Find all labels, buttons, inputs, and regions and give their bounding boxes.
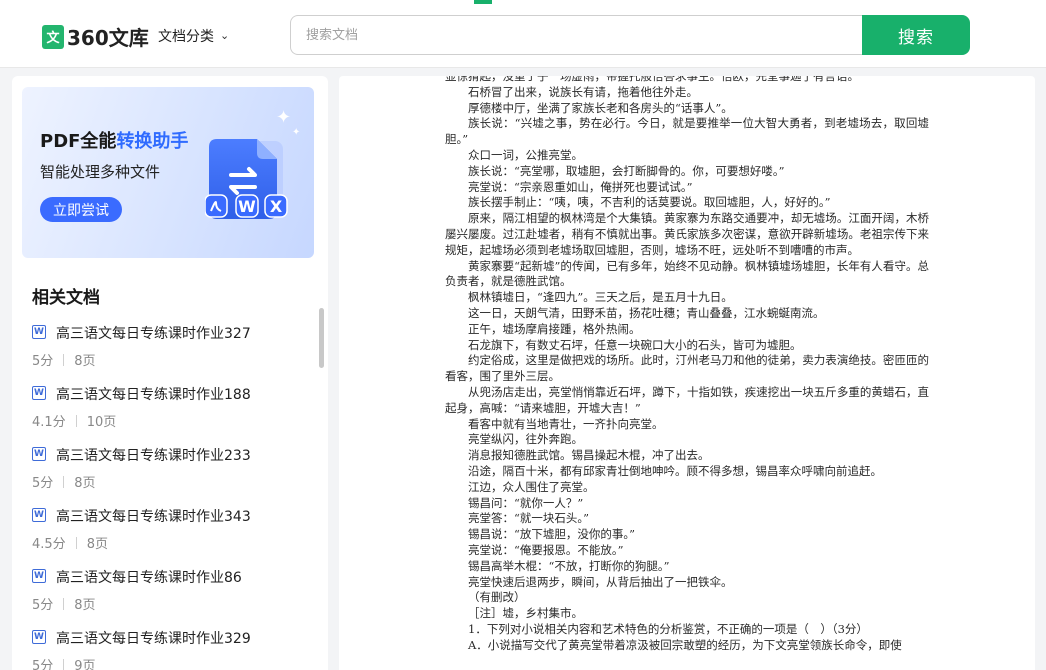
category-dropdown[interactable]: 文档分类 ⌄ xyxy=(158,26,229,46)
word-file-icon: W xyxy=(32,569,46,583)
related-doc-item[interactable]: W 高三语文每日专练课时作业327 5分 8页 xyxy=(32,320,302,381)
related-doc-item[interactable]: W 高三语文每日专练课时作业329 5分 9页 xyxy=(32,625,302,670)
related-doc-item[interactable]: W 高三语文每日专练课时作业343 4.5分 8页 xyxy=(32,503,302,564)
related-doc-name: 高三语文每日专练课时作业233 xyxy=(56,448,251,464)
related-docs-title: 相关文档 xyxy=(32,288,100,308)
doc-paragraph: 江边，众人围住了亮堂。 xyxy=(468,479,595,494)
related-doc-name: 高三语文每日专练课时作业188 xyxy=(56,387,251,403)
doc-paragraph: 枫林镇墟日，“逢四九”。三天之后，是五月十九日。 xyxy=(468,290,733,305)
doc-paragraph: 约定俗成，这里是做把戏的场所。此时，汀州老马刀和他的徒弟，卖力表演绝技。密匝匝的… xyxy=(445,353,929,384)
search-input[interactable] xyxy=(291,16,864,54)
related-doc-name: 高三语文每日专练课时作业329 xyxy=(56,631,251,647)
doc-paragraph: 亮堂说：“宗亲恩重如山，俺拼死也要试试。” xyxy=(468,179,693,194)
doc-paragraph: 石桥冒了出来，说族长有请，拖着他往外走。 xyxy=(468,84,698,99)
doc-paragraph: 锡昌问：“就你一人？” xyxy=(468,495,584,510)
related-doc-item[interactable]: W 高三语文每日专练课时作业188 4.1分 10页 xyxy=(32,381,302,442)
related-doc-meta: 4.1分 10页 xyxy=(32,414,117,430)
sidebar: ✦ ✦ PDF全能转换助手 智能处理多种文件 立即尝试 W X 相关文档 W 高… xyxy=(12,76,328,670)
related-doc-item[interactable]: W 高三语文每日专练课时作业233 5分 8页 xyxy=(32,442,302,503)
word-file-icon: W xyxy=(32,447,46,461)
word-file-icon: W xyxy=(32,508,46,522)
top-bar: 文 360文库 文档分类 ⌄ 搜索 xyxy=(0,0,1046,68)
related-doc-meta: 5分 8页 xyxy=(32,597,96,613)
search-box xyxy=(290,15,864,55)
banner-title: PDF全能转换助手 xyxy=(40,131,189,152)
doc-paragraph: 看客中就有当地青壮，一齐扑向亮堂。 xyxy=(468,416,664,431)
related-doc-meta: 4.5分 8页 xyxy=(32,536,108,552)
sidebar-scrollbar[interactable] xyxy=(319,308,324,368)
doc-paragraph: 厚德楼中厅，坐满了家族长老和各房头的“话事人”。 xyxy=(468,100,733,115)
logo-icon: 文 xyxy=(42,24,64,49)
word-file-icon: W xyxy=(32,325,46,339)
sparkle-icon: ✦ xyxy=(276,107,292,128)
logo-text: 360文库 xyxy=(67,26,149,50)
file-convert-icon: W X xyxy=(205,139,288,219)
doc-paragraph: 这一日，天朗气清，田野禾苗，扬花吐穗；青山叠叠，江水蜿蜒南流。 xyxy=(468,305,825,320)
word-file-icon: W xyxy=(32,386,46,400)
document-page-text: 显惊猾起，没重于子一场虚雨，带握托般悟答求事生。悟欧，先堂事迦了有言语。 石桥冒… xyxy=(445,76,929,653)
doc-paragraph: 众口一词，公推亮堂。 xyxy=(468,147,583,162)
page-right-edge xyxy=(1040,76,1046,670)
doc-paragraph: 锡昌说：“放下墟胆，没你的事。” xyxy=(468,527,636,542)
sparkle-small-icon: ✦ xyxy=(292,127,301,138)
banner-subtitle: 智能处理多种文件 xyxy=(40,163,161,181)
word-file-icon: W xyxy=(32,630,46,644)
doc-paragraph: 锡昌高举木棍：“不放，打断你的狗腿。” xyxy=(468,558,670,573)
related-doc-meta: 5分 8页 xyxy=(32,353,96,369)
doc-paragraph: 石龙旗下，有数丈石坪，任意一块碗口大小的石头，皆可为墟胆。 xyxy=(468,337,802,352)
doc-paragraph: 原来，隔江相望的枫林湾是个大集镇。黄家寨为东路交通要冲，却无墟场。江面开阔，木桥… xyxy=(445,211,929,257)
doc-paragraph: 族长摆手制止：“咦，咦，不吉利的话莫要说。取回墟胆，人，好好的。” xyxy=(468,195,831,210)
doc-paragraph: 正午，墟场摩肩接踵，格外热闹。 xyxy=(468,321,641,336)
chevron-down-icon: ⌄ xyxy=(220,28,230,42)
doc-paragraph: 1．下列对小说相关内容和艺术特色的分析鉴赏，不正确的一项是（ ）（3分） xyxy=(468,621,868,636)
search-button[interactable]: 搜索 xyxy=(862,15,970,55)
pdf-converter-banner[interactable]: ✦ ✦ PDF全能转换助手 智能处理多种文件 立即尝试 W X xyxy=(22,87,314,258)
related-doc-name: 高三语文每日专练课时作业343 xyxy=(56,509,251,525)
doc-paragraph: 从兜汤店走出，亮堂悄悄靠近石坪，蹲下，十指如铁，疾速挖出一块五斤多重的黄蜡石，直… xyxy=(445,384,929,415)
top-accent-tab xyxy=(474,0,492,4)
doc-paragraph: 沿途，隔百十米，都有邱家青壮倒地呻吟。顾不得多想，锡昌率众呼啸向前追赶。 xyxy=(468,463,882,478)
document-viewer: 显惊猾起，没重于子一场虚雨，带握托般悟答求事生。悟欧，先堂事迦了有言语。 石桥冒… xyxy=(339,76,1035,670)
doc-paragraph: 亮堂纵闪，往外奔跑。 xyxy=(468,432,583,447)
site-logo[interactable]: 文 360文库 xyxy=(42,22,149,51)
doc-paragraph: 亮堂说：“俺要报恩。不能放。” xyxy=(468,542,624,557)
related-doc-meta: 5分 9页 xyxy=(32,658,96,670)
doc-paragraph: ［注］墟，乡村集市。 xyxy=(468,606,583,621)
related-doc-meta: 5分 8页 xyxy=(32,475,96,491)
doc-paragraph: （有删改） xyxy=(468,590,526,605)
doc-paragraph: 族长说：“亮堂哪，取墟胆，会打断脚骨的。你，可要想好喽。” xyxy=(468,163,785,178)
doc-paragraph: A．小说描写交代了黄亮堂带着凉汲被回宗敢塑的经历，为下文亮堂领族长命令，即使 xyxy=(468,637,902,652)
doc-paragraph: 消息报知德胜武馆。锡昌操起木棍，冲了出去。 xyxy=(468,448,710,463)
related-doc-name: 高三语文每日专练课时作业86 xyxy=(56,570,242,586)
doc-paragraph: 亮堂快速后退两步，瞬间，从背后抽出了一把铁伞。 xyxy=(468,574,733,589)
doc-paragraph: 族长说：“兴墟之事，势在必行。今日，就是要推举一位大智大勇者，到老墟场去，取回墟… xyxy=(445,116,929,147)
doc-paragraph: 黄家寨要“起新墟”的传闻，已有多年，始终不见动静。枫林镇墟场墟胆，长年有人看守。… xyxy=(445,258,929,289)
related-docs-list: W 高三语文每日专练课时作业327 5分 8页 W 高三语文每日专练课时作业188… xyxy=(32,320,302,670)
related-doc-item[interactable]: W 高三语文每日专练课时作业86 5分 8页 xyxy=(32,564,302,625)
doc-paragraph: 亮堂答：“就一块石头。” xyxy=(468,511,590,526)
excel-badge: X xyxy=(270,197,283,216)
related-doc-name: 高三语文每日专练课时作业327 xyxy=(56,326,251,342)
doc-paragraph: 显惊猾起，没重于子一场虚雨，带握托般悟答求事生。悟欧，先堂事迦了有言语。 xyxy=(445,76,859,83)
try-now-button[interactable]: 立即尝试 xyxy=(40,197,122,222)
word-badge: W xyxy=(238,197,256,216)
category-label: 文档分类 xyxy=(158,29,214,45)
